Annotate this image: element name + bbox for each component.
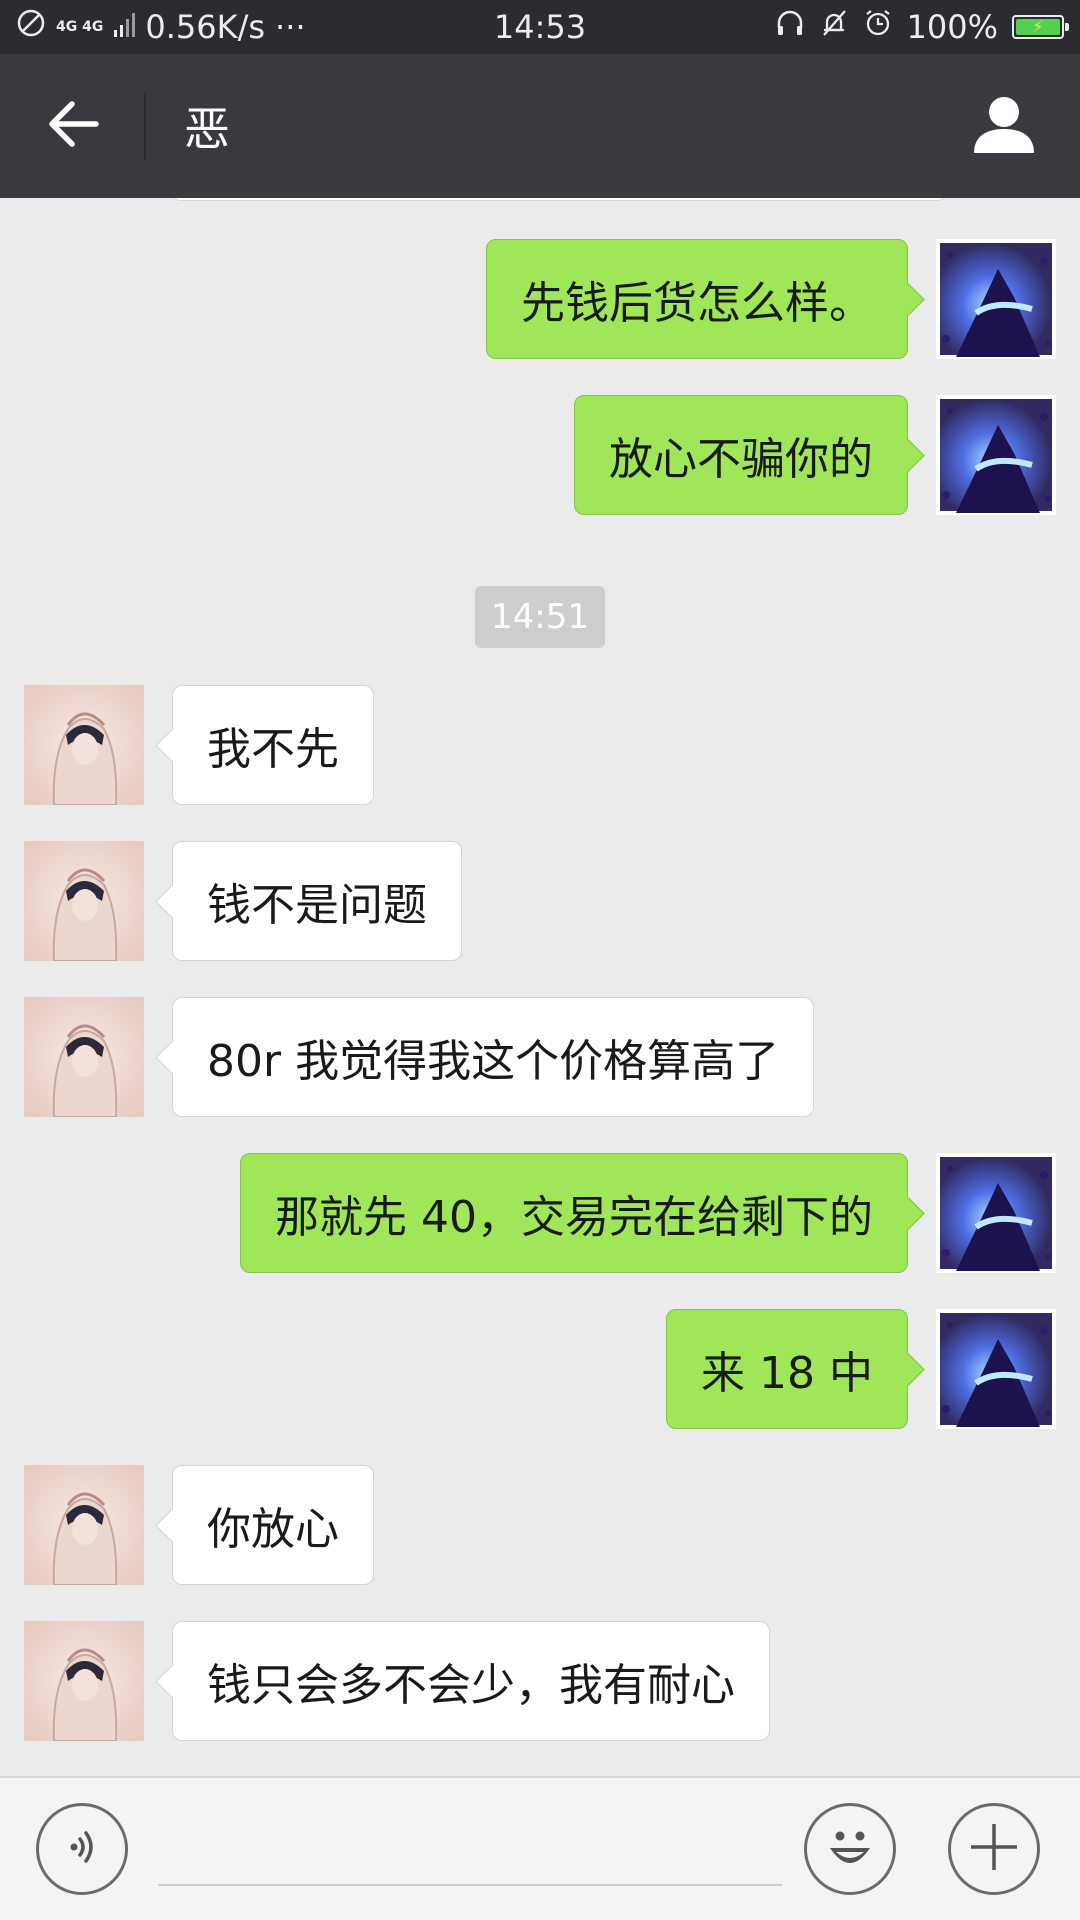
message-bubble[interactable]: 放心不骗你的 (574, 395, 908, 515)
time-divider: 14:51 (475, 586, 605, 648)
headphones-icon (775, 8, 805, 46)
header-divider (144, 92, 146, 160)
message-row: 钱不是问题 (0, 841, 1080, 961)
battery-percent: 100% (906, 8, 998, 46)
mute-bell-icon (819, 8, 849, 46)
message-bubble[interactable]: 80r 我觉得我这个价格算高了 (172, 997, 815, 1117)
input-bar (0, 1776, 1080, 1920)
message-row: 我不先 (0, 685, 1080, 805)
message-bubble[interactable]: 钱不是问题 (172, 841, 462, 961)
my-avatar[interactable] (936, 239, 1056, 359)
back-arrow-icon (46, 100, 100, 152)
person-icon (972, 93, 1036, 159)
back-button[interactable] (30, 96, 116, 156)
contact-avatar[interactable] (24, 1621, 144, 1741)
message-input[interactable] (158, 1818, 782, 1886)
message-row: 钱只会多不会少，我有耐心 (0, 1621, 1080, 1741)
message-bubble[interactable]: 钱只会多不会少，我有耐心 (172, 1621, 770, 1741)
emoji-button[interactable] (804, 1803, 896, 1895)
chat-info-button[interactable] (968, 90, 1040, 162)
message-row: 80r 我觉得我这个价格算高了 (0, 997, 1080, 1117)
battery-icon: ⚡ (1012, 15, 1069, 39)
my-avatar[interactable] (936, 1309, 1056, 1429)
voice-icon (60, 1825, 104, 1873)
previous-message-edge (172, 198, 946, 201)
status-bar: 4G 4G 0.56K/s ··· 14:53 100% ⚡ (0, 0, 1080, 54)
message-bubble[interactable]: 先钱后货怎么样。 (486, 239, 908, 359)
contact-avatar[interactable] (24, 841, 144, 961)
contact-avatar[interactable] (24, 997, 144, 1117)
emoji-icon (820, 1822, 880, 1876)
contact-avatar[interactable] (24, 685, 144, 805)
voice-button[interactable] (36, 1803, 128, 1895)
message-row: 放心不骗你的 (0, 395, 1080, 515)
my-avatar[interactable] (936, 395, 1056, 515)
clock: 14:53 (493, 8, 587, 46)
alarm-icon (863, 8, 893, 46)
message-row: 那就先 40，交易完在给剩下的 (0, 1153, 1080, 1273)
my-avatar[interactable] (936, 1153, 1056, 1273)
chat-title: 恶 (184, 102, 230, 156)
message-row: 你放心 (0, 1465, 1080, 1585)
message-row: 来 18 中 (0, 1309, 1080, 1429)
chat-header: 恶 (0, 54, 1080, 198)
plus-icon (967, 1820, 1021, 1878)
message-bubble[interactable]: 那就先 40，交易完在给剩下的 (240, 1153, 908, 1273)
message-bubble[interactable]: 来 18 中 (666, 1309, 908, 1429)
contact-avatar[interactable] (24, 1465, 144, 1585)
plus-button[interactable] (948, 1803, 1040, 1895)
message-bubble[interactable]: 你放心 (172, 1465, 374, 1585)
message-row: 先钱后货怎么样。 (0, 239, 1080, 359)
message-bubble[interactable]: 我不先 (172, 685, 374, 805)
message-list[interactable]: 先钱后货怎么样。 放心不骗你的 14:51 我不先 钱不是问题 80r 我觉得我… (0, 198, 1080, 1776)
